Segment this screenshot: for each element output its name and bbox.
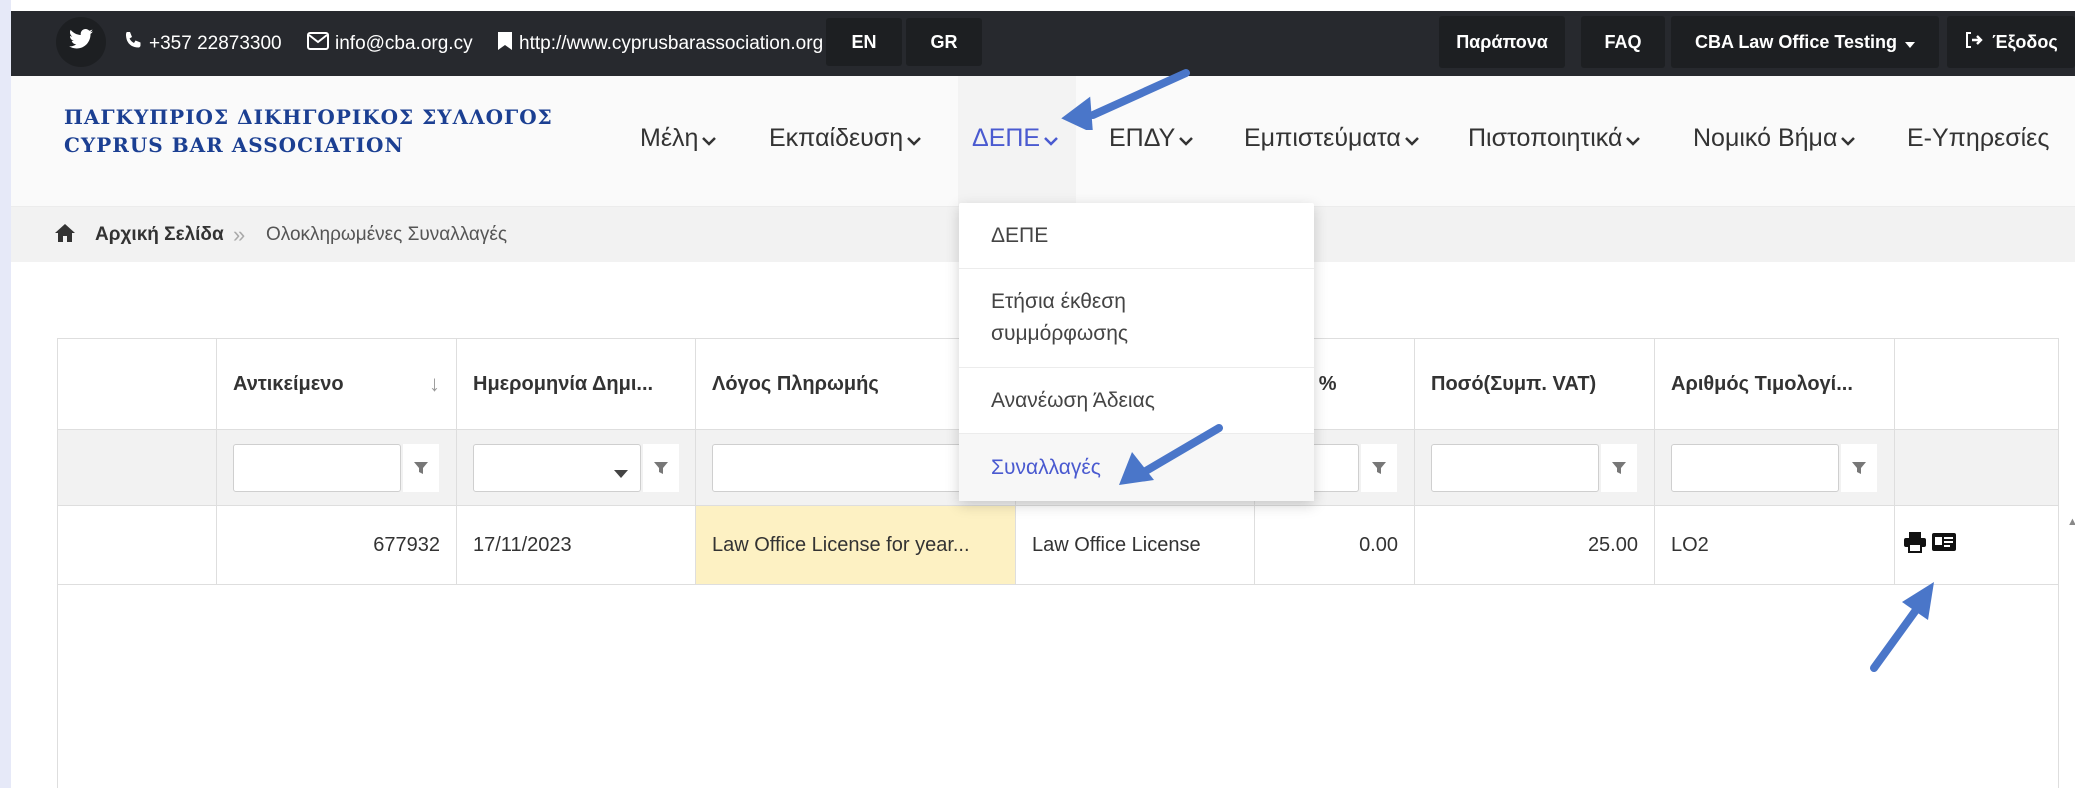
nav-e-services[interactable]: Ε-Υπηρεσίες [1907,124,2049,153]
sign-out-icon [1964,31,1984,54]
breadcrumb-current: Ολοκληρωμένες Συναλλαγές [266,223,508,245]
site-logo[interactable]: ΠΑΓΚΥΠΡΙΟΣ ΔΙΚΗΓΟΡΙΚΟΣ ΣΥΛΛΟΓΟΣ CYPRUS B… [64,103,553,159]
nav-legal-forum[interactable]: Νομικό Βήμα [1693,124,1856,153]
filter-icon[interactable] [403,444,439,492]
filter-cell-empty [58,430,217,505]
logout-button[interactable]: Έξοδος [1947,16,2075,68]
cell-type: Law Office License [1016,506,1255,584]
chevron-down-icon [1840,124,1856,153]
twitter-button[interactable] [56,17,106,67]
phone-link[interactable]: +357 22873300 [123,11,282,76]
breadcrumb-home[interactable]: Αρχική Σελίδα [95,224,224,246]
filter-icon[interactable] [1361,444,1397,492]
column-header-amount[interactable]: Ποσό(Συμπ. VAT) [1415,339,1655,429]
nav-label: Νομικό Βήμα [1693,124,1838,152]
nav-certificates[interactable]: Πιστοποιητικά [1468,124,1641,153]
nav-label: Εμπιστεύματα [1244,124,1401,152]
phone-text: +357 22873300 [149,32,282,54]
chevron-down-icon [906,124,922,153]
filter-icon[interactable] [643,444,679,492]
dropdown-item-label: Ετήσια έκθεση συμμόρφωσης [991,290,1129,345]
cell-invoice: LO2 [1655,506,1895,584]
caret-down-icon [1905,32,1916,53]
column-header-label: Αντικείμενο [233,372,344,395]
top-bar: +357 22873300 info@cba.org.cy http://www… [11,11,2075,76]
phone-icon [123,31,143,57]
envelope-icon [307,31,329,56]
main-header: ΠΑΓΚΥΠΡΙΟΣ ΔΙΚΗΓΟΡΙΚΟΣ ΣΥΛΛΟΓΟΣ CYPRUS B… [11,76,2075,207]
filter-input-payment-reason[interactable] [712,444,962,492]
faq-button[interactable]: FAQ [1581,16,1665,68]
column-header-invoice-number[interactable]: Αριθμός Τιμολογί... [1655,339,1895,429]
chevron-down-icon [1043,124,1059,153]
nav-label: Ε-Υπηρεσίες [1907,124,2050,152]
nav-label: Μέλη [640,124,699,152]
lang-en-button[interactable]: EN [826,18,902,66]
annotation-arrow-dropdown [1119,424,1223,485]
filter-cell-amount [1415,430,1655,505]
filter-input-invoice[interactable] [1671,444,1839,492]
cell-created-date: 17/11/2023 [457,506,696,584]
cell-subject: 677932 [217,506,457,584]
nav-label: Εκπαίδευση [769,124,904,152]
breadcrumb-separator: » [233,221,246,247]
nav-members[interactable]: Μέλη [640,124,717,153]
filter-select-date[interactable] [473,444,641,492]
nav-depe[interactable]: ΔΕΠΕ [972,124,1059,153]
chevron-down-icon [701,124,717,153]
home-icon[interactable] [54,223,76,249]
twitter-icon [69,29,93,55]
cell-actions [1895,506,2058,584]
complaints-button[interactable]: Παράπονα [1439,16,1565,68]
bookmark-icon [497,31,513,57]
app-window: +357 22873300 info@cba.org.cy http://www… [11,0,2075,788]
cell-payment-reason: Law Office License for year... [696,506,1016,584]
logout-label: Έξοδος [1992,31,2058,52]
dropdown-item-annual-compliance-report[interactable]: Ετήσια έκθεση συμμόρφωσης [959,269,1314,368]
logo-line-greek: ΠΑΓΚΥΠΡΙΟΣ ΔΙΚΗΓΟΡΙΚΟΣ ΣΥΛΛΟΓΟΣ [64,105,553,129]
cell-select [58,506,217,584]
filter-cell-invoice [1655,430,1895,505]
column-header-subject[interactable]: Αντικείμενο ↓ [217,339,457,429]
email-link[interactable]: info@cba.org.cy [307,11,473,76]
filter-icon[interactable] [1601,444,1637,492]
dropdown-item-depe[interactable]: ΔΕΠΕ [959,203,1314,269]
cell-amount: 25.00 [1415,506,1655,584]
chevron-down-icon [1404,124,1420,153]
chevron-down-icon [1625,124,1641,153]
email-text: info@cba.org.cy [335,32,473,54]
website-link[interactable]: http://www.cyprusbarassociation.org [497,11,823,76]
annotation-arrow-nav [1061,69,1190,130]
column-header-actions [1895,339,2058,429]
nav-label: ΔΕΠΕ [972,124,1041,152]
logo-line-english: CYPRUS BAR ASSOCIATION [64,133,404,157]
filter-cell-date [457,430,696,505]
filter-cell-subject [217,430,457,505]
column-header-select [58,339,217,429]
receipt-icon[interactable] [1931,532,1957,558]
website-text: http://www.cyprusbarassociation.org [519,32,824,54]
table-row[interactable]: 677932 17/11/2023 Law Office License for… [58,506,2058,585]
column-header-created-date[interactable]: Ημερομηνία Δημι... [457,339,696,429]
lang-gr-button[interactable]: GR [906,18,982,66]
filter-icon[interactable] [1841,444,1877,492]
sort-down-icon[interactable]: ↓ [429,371,440,397]
user-menu-button[interactable]: CBA Law Office Testing [1671,16,1939,68]
annotation-arrow-actions [1870,582,1934,672]
nav-trusts[interactable]: Εμπιστεύματα [1244,124,1420,153]
filter-input-amount[interactable] [1431,444,1599,492]
cell-vat: 0.00 [1255,506,1415,584]
user-label: CBA Law Office Testing [1694,31,1898,52]
filter-cell-actions [1895,430,2058,505]
faq-label: FAQ [1604,31,1642,52]
complaints-label: Παράπονα [1456,31,1548,52]
nav-education[interactable]: Εκπαίδευση [769,124,922,153]
filter-input-subject[interactable] [233,444,401,492]
scroll-up-arrow[interactable]: ▲ [2067,516,2075,528]
caret-down-icon [614,465,628,483]
nav-label: Πιστοποιητικά [1468,124,1623,152]
print-icon[interactable] [1903,531,1927,559]
